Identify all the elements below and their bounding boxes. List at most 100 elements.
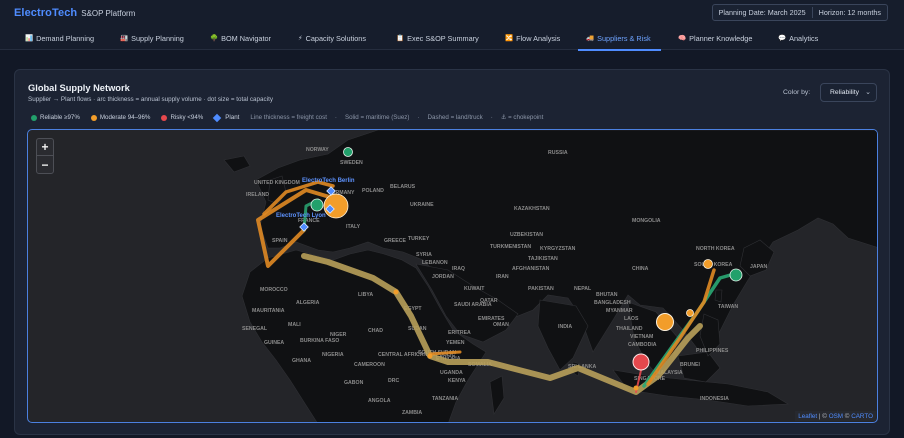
country-label: NORTH KOREA — [696, 246, 735, 252]
country-label: AFGHANISTAN — [512, 266, 550, 272]
country-label: KYRGYZSTAN — [540, 246, 576, 252]
chokepoint-marker[interactable] — [393, 289, 399, 295]
plant-diamond-icon — [213, 113, 222, 122]
country-label: PAKISTAN — [528, 286, 554, 292]
country-label: SENEGAL — [242, 326, 268, 332]
supplier-node-moderate[interactable] — [703, 259, 713, 269]
country-label: SYRIA — [416, 252, 432, 258]
country-label: GABON — [344, 380, 364, 386]
map-attribution: Leaflet | © OSM © CARTO — [795, 411, 876, 421]
country-label: CHINA — [632, 266, 649, 272]
country-label: IRAN — [496, 274, 509, 280]
supplier-node-reliable[interactable] — [310, 198, 324, 212]
zoom-in-button[interactable]: + — [37, 139, 53, 156]
supplier-node-moderate[interactable] — [656, 313, 674, 331]
legend-note-chokepoint: ⚓ = chokepoint — [500, 114, 544, 121]
country-label: QATAR — [480, 298, 498, 304]
supplier-node-moderate[interactable] — [686, 309, 694, 317]
tab-demand-planning[interactable]: 📊 Demand Planning — [25, 26, 94, 50]
legend-plant: Plant — [213, 113, 239, 122]
bolt-icon: ⚡ — [298, 35, 303, 42]
attribution-sep: | © — [817, 412, 829, 420]
tab-analytics[interactable]: 💬 Analytics — [778, 26, 818, 50]
panel-title: Global Supply Network — [28, 83, 130, 93]
tab-planner-knowledge[interactable]: 🧠 Planner Knowledge — [678, 26, 752, 50]
tab-supply-planning[interactable]: 🏭 Supply Planning — [120, 26, 184, 50]
tab-flow-analysis[interactable]: 🔀 Flow Analysis — [505, 26, 560, 50]
plant-label-berlin: ElectroTech Berlin — [302, 178, 355, 184]
brain-icon: 🧠 — [678, 35, 687, 42]
country-label: LEBANON — [422, 260, 448, 266]
tab-label: Demand Planning — [36, 33, 95, 43]
tree-icon: 🌳 — [210, 35, 219, 42]
supplier-node-risky[interactable] — [632, 353, 650, 371]
supply-network-map[interactable]: NORWAY MOROCCO ALGERIA LIBYA EGYPT SAUDI… — [27, 129, 878, 423]
country-label: UNITED KINGDOM — [254, 180, 300, 186]
country-label: SWEDEN — [340, 160, 363, 166]
zoom-out-button[interactable]: − — [37, 156, 53, 173]
supplier-node-reliable[interactable] — [343, 147, 353, 157]
red-dot-icon — [161, 114, 168, 121]
country-label: ALGERIA — [296, 300, 320, 306]
supply-network-panel: Global Supply Network Supplier → Plant f… — [14, 69, 890, 435]
country-label: MALI — [288, 322, 301, 328]
legend-label: Risky <94% — [170, 114, 204, 121]
country-label: MYANMAR — [606, 308, 633, 314]
osm-link[interactable]: OSM — [829, 413, 843, 420]
plant-label-lyon: ElectroTech Lyon — [276, 213, 326, 219]
country-label: TAIWAN — [718, 304, 738, 310]
legend-risky: Risky <94% — [161, 114, 203, 121]
country-label: BANGLADESH — [594, 300, 631, 306]
tab-bom-navigator[interactable]: 🌳 BOM Navigator — [210, 26, 271, 50]
supplier-node-moderate[interactable] — [323, 193, 349, 219]
leaflet-link[interactable]: Leaflet — [798, 413, 817, 420]
country-label: ERITREA — [448, 330, 471, 336]
country-label: MOROCCO — [260, 287, 288, 293]
country-label: EMIRATES — [478, 316, 505, 322]
chokepoint-marker[interactable] — [427, 353, 433, 359]
planning-date: Planning Date: March 2025 — [718, 8, 806, 17]
country-label: ITALY — [346, 224, 361, 230]
legend-note-solid: Solid = maritime (Suez) — [344, 114, 410, 121]
country-label: TURKMENISTAN — [490, 244, 531, 250]
brand-logo[interactable]: ElectroTech — [14, 7, 77, 19]
country-label: BHUTAN — [596, 292, 618, 298]
country-label: RUSSIA — [548, 150, 568, 156]
color-by-select[interactable]: Reliability ⌄ — [820, 83, 877, 102]
country-label: ANGOLA — [368, 398, 391, 404]
planning-horizon: Horizon: 12 months — [818, 8, 881, 17]
legend-label: Moderate 94–96% — [99, 114, 151, 121]
country-label: GHANA — [292, 358, 311, 364]
country-label: LAOS — [624, 316, 639, 322]
tab-label: BOM Navigator — [221, 33, 271, 43]
planning-info: Planning Date: March 2025 Horizon: 12 mo… — [711, 4, 888, 21]
map-canvas[interactable]: NORWAY MOROCCO ALGERIA LIBYA EGYPT SAUDI… — [28, 130, 878, 423]
country-label: SOUTH KOREA — [694, 262, 733, 268]
tab-capacity-solutions[interactable]: ⚡ Capacity Solutions — [298, 26, 366, 50]
country-label: DRC — [388, 378, 399, 384]
country-label: IRAQ — [452, 266, 465, 272]
country-label: CHAD — [368, 328, 383, 334]
country-label: PHILIPPINES — [696, 348, 729, 354]
main-nav: 📊 Demand Planning 🏭 Supply Planning 🌳 BOM N… — [0, 26, 904, 51]
zoom-control: + − — [36, 138, 54, 174]
tab-exec-sop-summary[interactable]: 📋 Exec S&OP Summary — [396, 26, 479, 50]
carto-link[interactable]: CARTO — [851, 413, 873, 420]
legend-separator: · — [417, 114, 420, 121]
flow-icon: 🔀 — [505, 35, 514, 42]
green-dot-icon — [31, 114, 37, 121]
country-label: TAJIKISTAN — [528, 256, 558, 262]
top-bar: ElectroTech S&OP Platform Planning Date:… — [0, 0, 904, 26]
country-label: OMAN — [493, 322, 509, 328]
clipboard-icon: 📋 — [396, 35, 405, 42]
country-label: UGANDA — [440, 370, 463, 376]
chevron-down-icon: ⌄ — [865, 89, 871, 96]
country-label: VIETNAM — [630, 334, 653, 340]
land-iceland — [223, 155, 251, 173]
chokepoint-marker[interactable] — [633, 385, 639, 391]
tab-label: Exec S&OP Summary — [407, 33, 479, 43]
tab-suppliers-risk[interactable]: 🚚 Suppliers & Risk — [578, 26, 661, 51]
country-label: YEMEN — [446, 340, 465, 346]
legend-moderate: Moderate 94–96% — [90, 114, 151, 121]
supplier-node-reliable[interactable] — [729, 268, 743, 282]
